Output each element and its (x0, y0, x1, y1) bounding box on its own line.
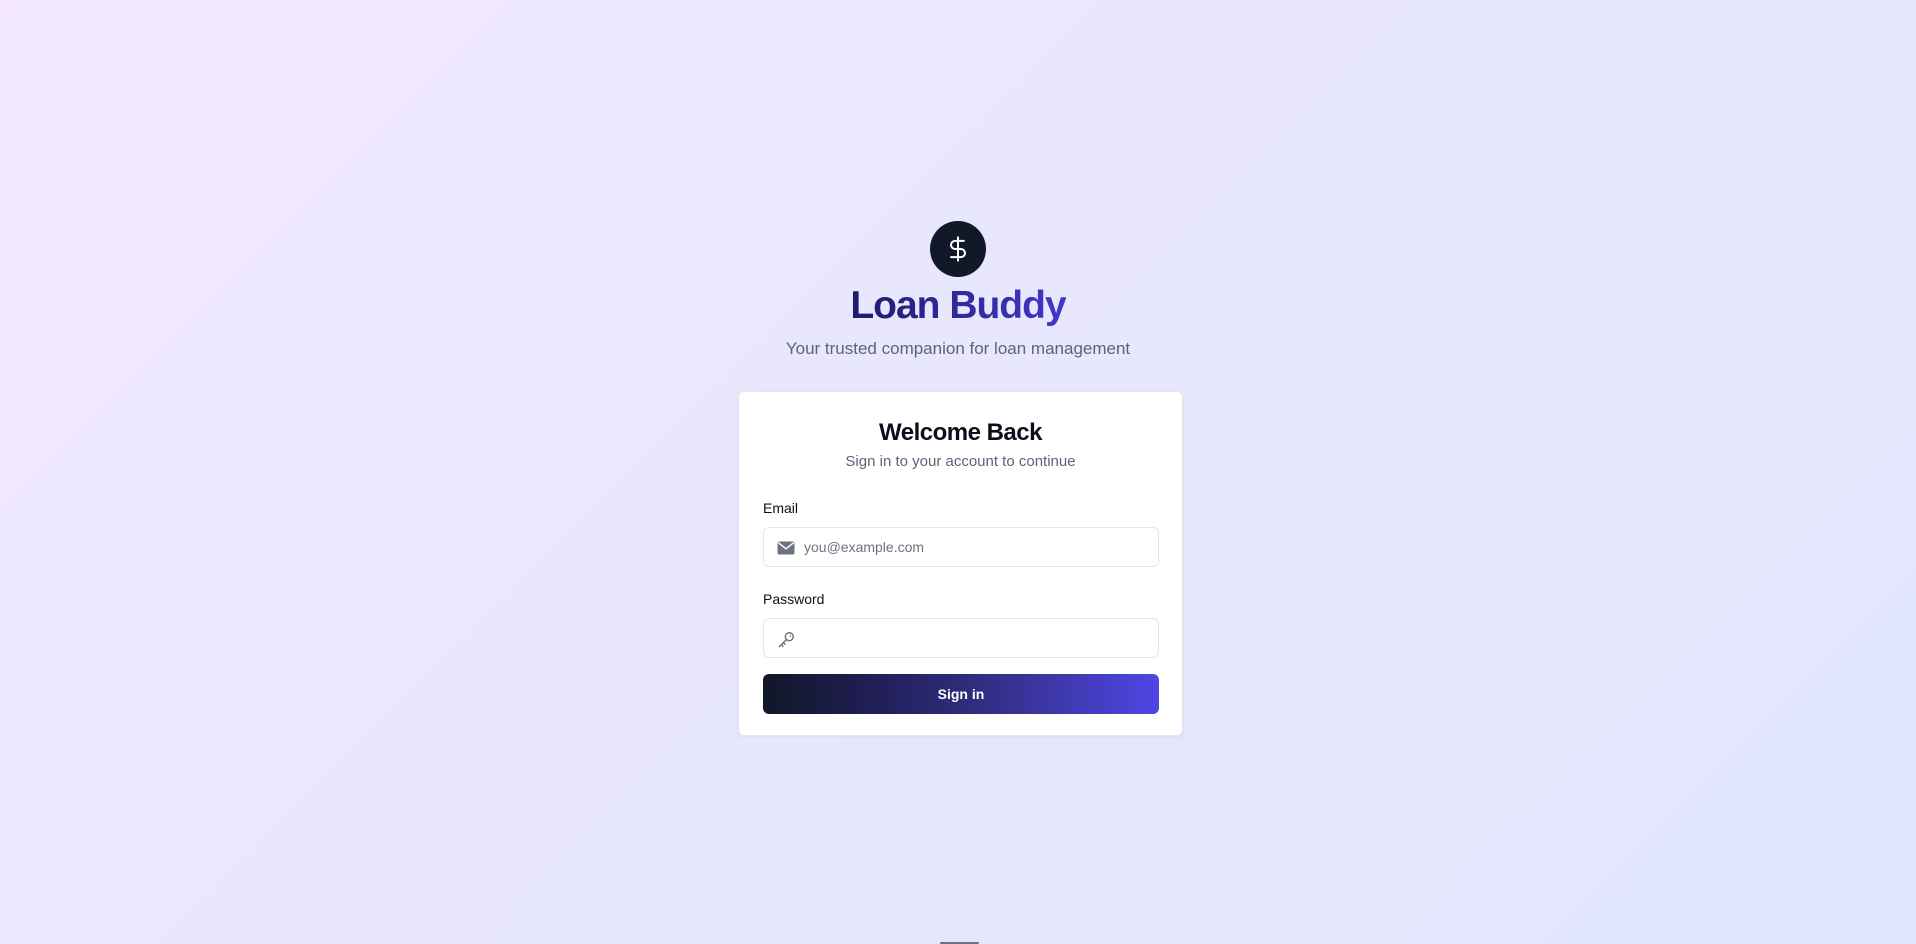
brand-header: Loan Buddy Your trusted companion for lo… (0, 221, 1916, 359)
password-label: Password (763, 591, 825, 607)
mail-icon (776, 538, 796, 558)
card-title: Welcome Back (879, 419, 1042, 446)
key-icon (776, 629, 796, 649)
email-field-wrapper[interactable] (763, 527, 1159, 567)
login-card: Welcome Back Sign in to your account to … (738, 391, 1183, 736)
app-tagline: Your trusted companion for loan manageme… (785, 339, 1131, 358)
login-page: Loan Buddy Your trusted companion for lo… (0, 0, 1916, 944)
email-label: Email (763, 500, 799, 516)
app-title: Loan Buddy (850, 284, 1066, 327)
sign-in-button[interactable]: Sign in (763, 674, 1159, 714)
password-input[interactable] (804, 619, 1150, 657)
dollar-icon (944, 235, 972, 263)
password-field-wrapper[interactable] (763, 618, 1159, 658)
card-subtitle: Sign in to your account to continue (845, 453, 1076, 470)
app-logo (930, 221, 986, 277)
email-input[interactable] (804, 528, 1150, 566)
